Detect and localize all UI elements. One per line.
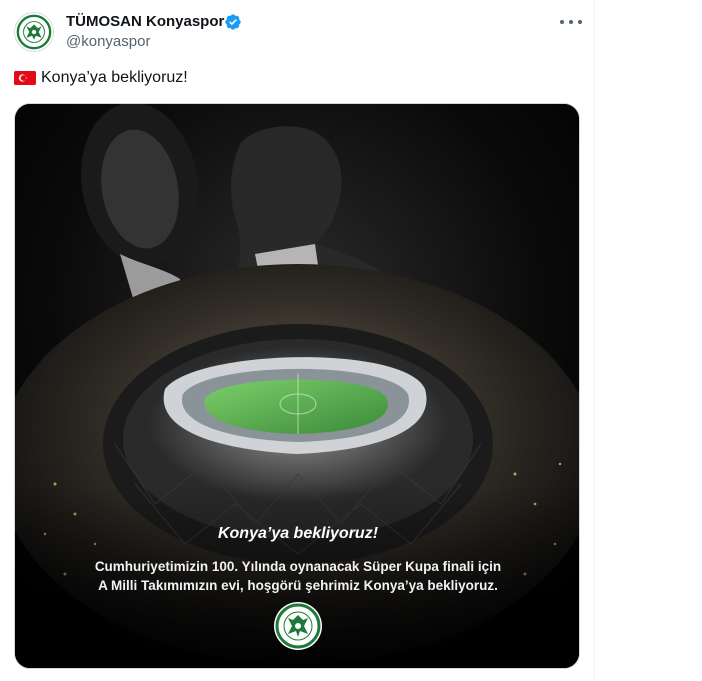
poster-text-line-1: Cumhuriyetimizin 100. Yılında oynanacak … [94,559,502,574]
tweet-text: Konya’ya bekliyoruz! [41,69,188,86]
konyaspor-logo-icon [15,13,53,51]
avatar[interactable] [14,12,54,52]
column-divider [594,0,595,681]
more-options-icon[interactable] [560,14,582,30]
account-handle[interactable]: @konyaspor [66,33,150,50]
konyaspor-crest-icon [274,602,322,650]
poster-headline: Konya’ya bekliyoruz! [217,525,379,542]
tweet-card[interactable]: TÜMOSAN Konyaspor @konyaspor Konya’ya be… [0,0,702,681]
turkey-flag-icon [14,71,36,85]
tweet-media-image[interactable]: Konya’ya bekliyoruz! Cumhuriyetimizin 10… [14,103,580,669]
tweet-text-row: Konya’ya bekliyoruz! [14,66,188,90]
poster-text-line-2: A Milli Takımımızın evi, hoşgörü şehrimi… [98,578,498,593]
display-name[interactable]: TÜMOSAN Konyaspor [66,13,224,30]
verified-badge-icon [225,14,241,30]
